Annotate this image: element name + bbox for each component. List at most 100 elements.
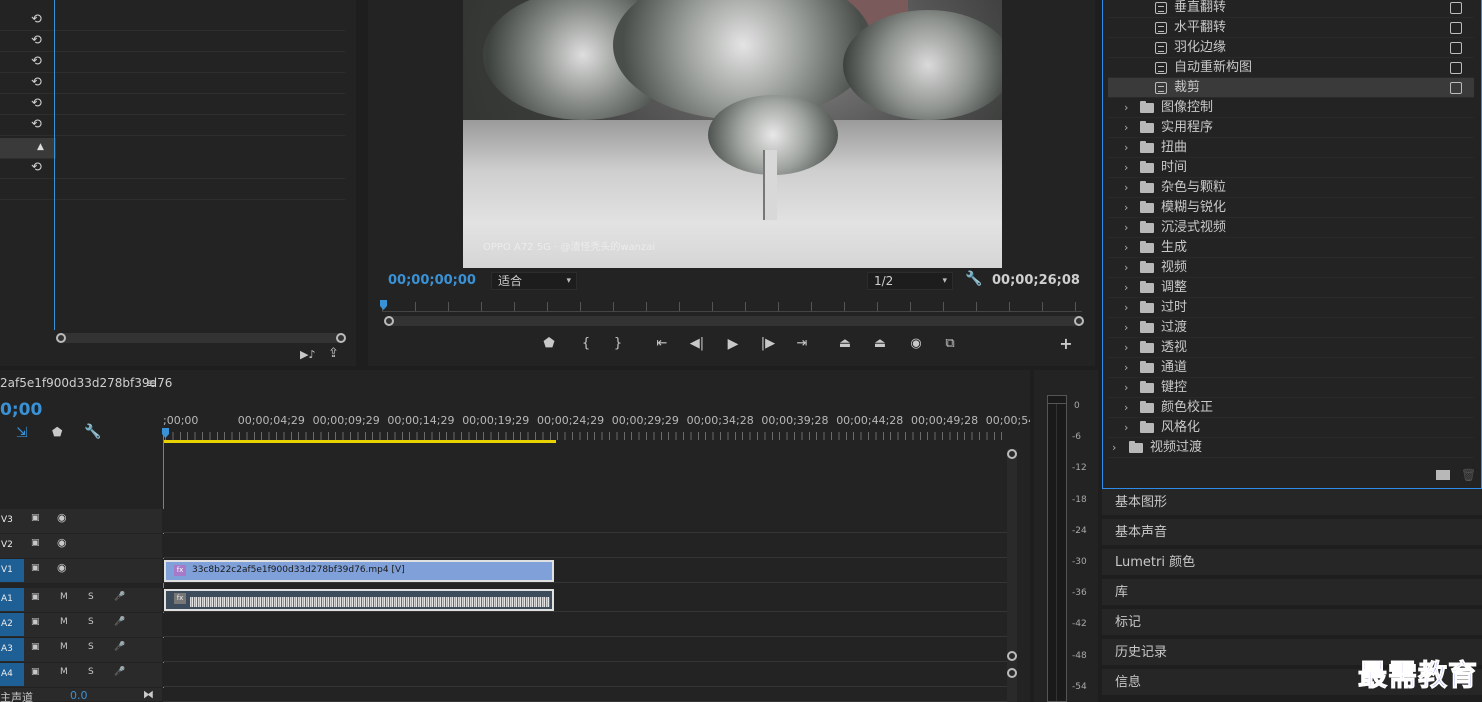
mute-button[interactable]: M (60, 592, 68, 602)
chevron-right-icon[interactable]: › (1124, 178, 1128, 198)
track-lane-v1[interactable]: fx 33c8b22c2af5e1f900d33d278bf39d76.mp4 … (163, 559, 1007, 583)
track-header-v2[interactable]: V2 ▣ ◉ (0, 534, 162, 559)
track-header-a2[interactable]: A2 ▣ M S 🎤 (0, 613, 162, 638)
peak-indicator[interactable] (1048, 396, 1066, 404)
monitor-zoom-bar[interactable] (384, 316, 1084, 326)
film-sync-icon[interactable]: ▣ (31, 513, 40, 523)
microphone-icon[interactable]: 🎤 (114, 617, 125, 627)
mark-in-icon[interactable]: { (577, 336, 595, 352)
zoom-handle-right[interactable] (1074, 316, 1084, 326)
side-tab[interactable]: 基本声音 (1102, 519, 1482, 547)
reset-icon[interactable]: ⟲ (31, 76, 45, 90)
eye-icon[interactable]: ◉ (57, 561, 67, 574)
timeline-timecode[interactable]: 0;00 (0, 400, 42, 420)
new-folder-icon[interactable] (1436, 470, 1450, 480)
solo-button[interactable]: S (88, 592, 94, 602)
ec-zoom-scrollbar[interactable] (56, 333, 346, 343)
sync-lock-icon[interactable]: ▣ (31, 617, 40, 627)
reset-icon[interactable]: ⟲ (31, 34, 45, 48)
track-lane-v2[interactable] (163, 534, 1007, 558)
effect-folder[interactable]: › 沉浸式视频 (1108, 218, 1474, 238)
effect-folder[interactable]: › 生成 (1108, 238, 1474, 258)
side-tab[interactable]: 基本图形 (1102, 489, 1482, 517)
effect-folder[interactable]: › 颜色校正 (1108, 398, 1474, 418)
track-header-a4[interactable]: A4 ▣ M S 🎤 (0, 663, 162, 688)
extract-icon[interactable]: ⏏ (871, 336, 889, 352)
master-volume-value[interactable]: 0.0 (70, 689, 88, 702)
trash-icon[interactable]: 🗑 (1461, 468, 1476, 482)
side-tab[interactable]: 标记 (1102, 609, 1482, 637)
menu-icon[interactable]: ≡ (146, 376, 156, 390)
eye-icon[interactable]: ◉ (57, 511, 67, 524)
effect-item[interactable]: 自动重新构图 (1108, 58, 1474, 78)
track-lane-a4[interactable] (163, 663, 1007, 687)
chevron-right-icon[interactable]: › (1124, 138, 1128, 158)
track-label[interactable]: A3 (0, 638, 24, 661)
scroll-handle-left[interactable] (56, 333, 66, 343)
effect-folder[interactable]: › 过时 (1108, 298, 1474, 318)
effect-folder[interactable]: › 杂色与颗粒 (1108, 178, 1474, 198)
chevron-right-icon[interactable]: › (1124, 278, 1128, 298)
collapse-up-icon[interactable]: ▲ (37, 142, 44, 152)
effect-item[interactable]: 水平翻转 (1108, 18, 1474, 38)
chevron-right-icon[interactable]: › (1124, 218, 1128, 238)
track-lane-a2[interactable] (163, 613, 1007, 637)
track-label[interactable]: V2 (0, 534, 24, 557)
step-forward-icon[interactable]: |▶ (759, 336, 777, 352)
effect-folder[interactable]: › 实用程序 (1108, 118, 1474, 138)
track-label[interactable]: V3 (0, 509, 24, 532)
film-sync-icon[interactable]: ▣ (31, 563, 40, 573)
go-to-in-icon[interactable]: ⇤ (653, 336, 671, 352)
effect-folder[interactable]: › 图像控制 (1108, 98, 1474, 118)
track-header-a3[interactable]: A3 ▣ M S 🎤 (0, 638, 162, 663)
marker-icon[interactable]: ⬟ (52, 425, 62, 439)
reset-icon[interactable]: ⟲ (31, 13, 45, 27)
lift-icon[interactable]: ⏏ (836, 336, 854, 352)
scroll-handle-right[interactable] (336, 333, 346, 343)
chevron-right-icon[interactable]: › (1124, 398, 1128, 418)
effect-folder[interactable]: › 时间 (1108, 158, 1474, 178)
track-lane-master[interactable] (163, 688, 1007, 702)
chevron-right-icon[interactable]: › (1124, 378, 1128, 398)
go-to-out-icon[interactable]: ⇥ (793, 336, 811, 352)
chevron-right-icon[interactable]: › (1124, 338, 1128, 358)
sync-lock-icon[interactable]: ▣ (31, 592, 40, 602)
track-lane-a1[interactable]: fx (163, 588, 1007, 612)
video-clip[interactable]: fx 33c8b22c2af5e1f900d33d278bf39d76.mp4 … (164, 560, 554, 582)
scroll-handle-audio[interactable] (1007, 668, 1017, 678)
effect-folder[interactable]: › 视频 (1108, 258, 1474, 278)
mark-out-icon[interactable]: } (609, 336, 627, 352)
add-marker-icon[interactable]: ⬟ (540, 336, 558, 352)
effect-folder[interactable]: › 扭曲 (1108, 138, 1474, 158)
track-header-v1[interactable]: V1 ▣ ◉ (0, 559, 162, 584)
track-label[interactable]: V1 (0, 559, 24, 582)
compare-view-icon[interactable]: ⧉ (941, 336, 959, 352)
vertical-scrollbar[interactable] (1007, 449, 1017, 702)
effect-folder[interactable]: › 风格化 (1108, 418, 1474, 438)
solo-button[interactable]: S (88, 642, 94, 652)
eye-icon[interactable]: ◉ (57, 536, 67, 549)
effect-folder[interactable]: › 透视 (1108, 338, 1474, 358)
side-tab[interactable]: Lumetri 颜色 (1102, 549, 1482, 577)
export-icon[interactable]: ⇪ (328, 346, 339, 361)
scroll-handle-mid[interactable] (1007, 651, 1017, 661)
resolution-select[interactable]: 1/2 ▾ (867, 272, 953, 290)
chevron-right-icon[interactable]: › (1124, 298, 1128, 318)
effect-folder[interactable]: › 模糊与锐化 (1108, 198, 1474, 218)
chevron-right-icon[interactable]: › (1124, 238, 1128, 258)
effect-folder[interactable]: › 键控 (1108, 378, 1474, 398)
reset-icon[interactable]: ⟲ (31, 161, 45, 175)
reset-icon[interactable]: ⟲ (31, 55, 45, 69)
effect-folder[interactable]: › 调整 (1108, 278, 1474, 298)
track-header-master[interactable]: 主声道 0.0 ⧓ (0, 688, 162, 702)
sync-lock-icon[interactable]: ▣ (31, 642, 40, 652)
solo-button[interactable]: S (88, 667, 94, 677)
effect-item[interactable]: 羽化边缘 (1108, 38, 1474, 58)
microphone-icon[interactable]: 🎤 (114, 592, 125, 602)
mute-button[interactable]: M (60, 642, 68, 652)
track-label[interactable]: A2 (0, 613, 24, 636)
chevron-right-icon[interactable]: › (1124, 118, 1128, 138)
effect-item[interactable]: 垂直翻转 (1108, 0, 1474, 18)
track-lane-a3[interactable] (163, 638, 1007, 662)
film-sync-icon[interactable]: ▣ (31, 538, 40, 548)
